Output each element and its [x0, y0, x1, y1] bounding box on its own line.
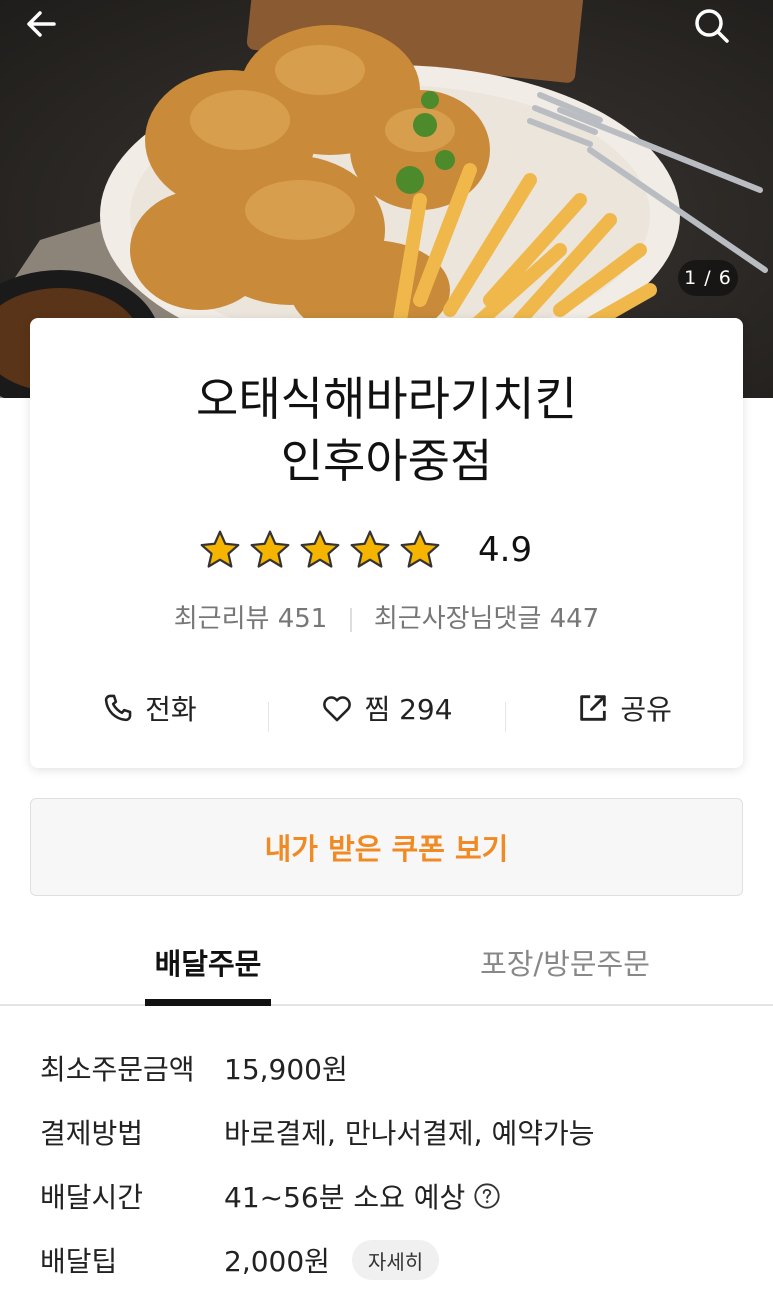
min-order-label: 최소주문금액	[40, 1053, 195, 1086]
info-row-min-order: 최소주문금액 15,900원	[40, 1036, 740, 1100]
delivery-tip-label: 배달팁	[40, 1245, 118, 1278]
share-button[interactable]: 공유	[505, 688, 743, 732]
divider	[349, 607, 352, 632]
arrow-left-icon	[27, 11, 56, 37]
payment-value: 바로결제, 만나서결제, 예약가능	[224, 1117, 595, 1150]
info-row-delivery-tip: 배달팁 2,000원 자세히	[40, 1228, 740, 1292]
recent-reviews-count: 451	[277, 604, 328, 634]
delivery-time-label: 배달시간	[40, 1181, 144, 1214]
phone-icon	[104, 694, 132, 722]
store-actions: 전화 찜 294 공유	[30, 678, 743, 738]
delivery-tip-detail-button[interactable]: 자세히	[351, 1240, 440, 1280]
store-name-line2: 인후아중점	[280, 434, 493, 488]
like-label: 찜 294	[364, 693, 453, 726]
delivery-time-value-wrap: 41~56분 소요 예상	[224, 1176, 501, 1216]
info-row-delivery-time: 배달시간 41~56분 소요 예상	[40, 1164, 740, 1228]
star-icon	[400, 530, 440, 568]
order-type-tabs: 배달주문 포장/방문주문	[0, 920, 773, 1006]
share-icon	[580, 695, 607, 721]
like-button[interactable]: 찜 294	[267, 688, 506, 732]
tab-pickup[interactable]: 포장/방문주문	[470, 920, 660, 1004]
owner-comments-label: 최근사장님댓글	[373, 604, 542, 634]
delivery-tip-value-wrap: 2,000원 자세히	[224, 1240, 440, 1280]
payment-label: 결제방법	[40, 1117, 144, 1150]
tab-delivery[interactable]: 배달주문	[145, 920, 271, 1006]
back-button[interactable]	[24, 6, 80, 62]
call-label: 전화	[145, 693, 197, 726]
star-icon	[300, 530, 340, 568]
rating-stars	[198, 528, 442, 572]
store-card: 오태식해바라기치킨 인후아중점 4.9 최근리뷰 451 최근사장님댓글 447…	[30, 318, 743, 768]
rating-value: 4.9	[478, 530, 533, 570]
call-button[interactable]: 전화	[30, 688, 268, 728]
view-coupons-button[interactable]: 내가 받은 쿠폰 보기	[30, 798, 743, 896]
info-row-payment: 결제방법 바로결제, 만나서결제, 예약가능	[40, 1100, 740, 1164]
delivery-time-value: 41~56분 소요 예상	[224, 1181, 466, 1214]
store-name-line1: 오태식해바라기치킨	[196, 372, 577, 426]
owner-comments-count: 447	[549, 604, 600, 634]
search-button[interactable]	[692, 6, 748, 62]
store-name: 오태식해바라기치킨 인후아중점	[30, 368, 743, 492]
image-counter: 1 / 6	[678, 260, 738, 296]
star-icon	[250, 530, 290, 568]
delivery-info: 최소주문금액 15,900원 결제방법 바로결제, 만나서결제, 예약가능 배달…	[40, 1036, 740, 1292]
help-icon[interactable]	[473, 1182, 501, 1210]
min-order-value: 15,900원	[224, 1053, 348, 1086]
star-icon	[200, 530, 240, 568]
star-icon	[350, 530, 390, 568]
delivery-tip-value: 2,000원	[224, 1245, 330, 1278]
heart-icon	[323, 696, 352, 722]
search-icon	[695, 9, 729, 43]
review-stats[interactable]: 최근리뷰 451 최근사장님댓글 447	[30, 598, 743, 635]
share-label: 공유	[620, 693, 672, 726]
recent-reviews-label: 최근리뷰	[173, 604, 270, 634]
